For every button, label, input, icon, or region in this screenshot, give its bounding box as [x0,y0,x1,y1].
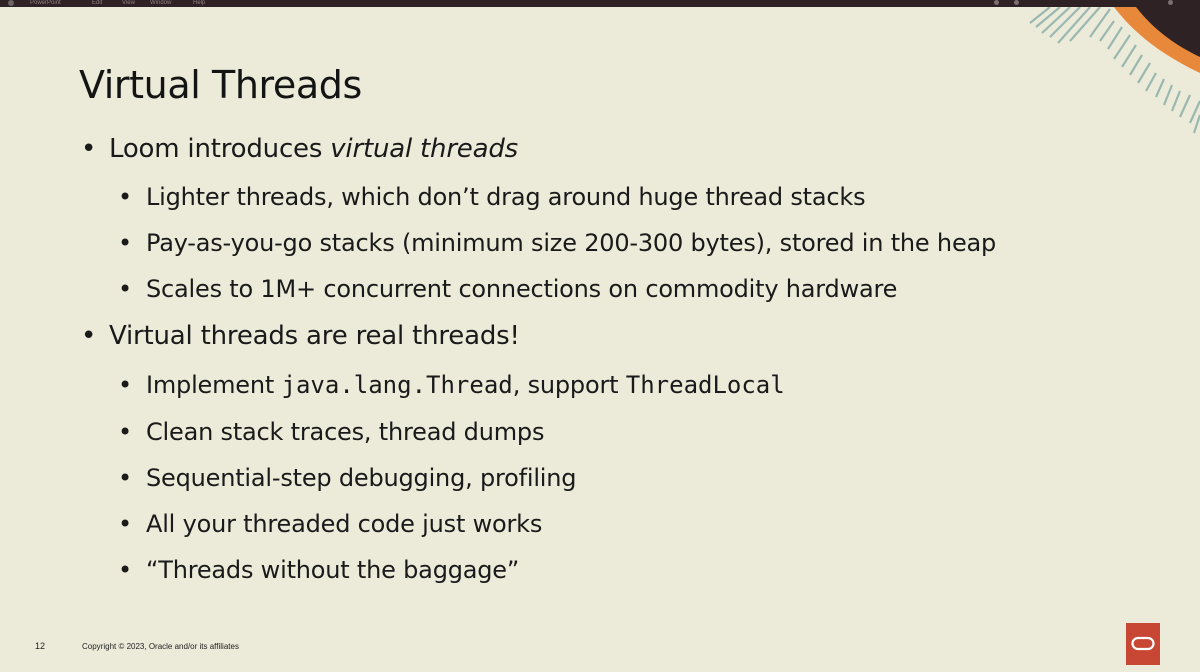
sub-bullet-scales: • Scales to 1M+ concurrent connections o… [118,275,898,303]
bullet-glyph: • [81,134,97,164]
slide-title: Virtual Threads [79,63,362,107]
status-icon-1[interactable] [994,0,999,5]
app-menubar: PowerPoint Edit View Window Help [0,0,1200,7]
menu-item-help[interactable]: Help [193,0,205,6]
bullet-real-threads: • Virtual threads are real threads! [81,321,520,351]
bullet-glyph: • [81,321,97,351]
bullet-emphasis: virtual threads [330,134,518,164]
bullet-text: Virtual threads are real threads! [109,321,520,351]
apple-menu-icon[interactable] [8,0,14,6]
sub-bullet-threaded-code: • All your threaded code just works [118,510,543,538]
bullet-glyph: • [118,464,132,492]
bullet-glyph: • [118,371,132,399]
sub-bullet-sequential-step: • Sequential-step debugging, profiling [118,464,577,492]
bullet-text: Scales to 1M+ concurrent connections on … [146,275,898,303]
bullet-text: “Threads without the baggage” [146,556,520,584]
bullet-text: Pay-as-you-go stacks (minimum size 200-3… [146,229,997,257]
slide: Virtual Threads • Loom introduces virtua… [0,7,1200,672]
bullet-glyph: • [118,556,132,584]
sub-bullet-lighter-threads: • Lighter threads, which don’t drag arou… [118,183,866,211]
bullet-text: Lighter threads, which don’t drag around… [146,183,866,211]
menu-item-window[interactable]: Window [150,0,171,6]
menu-item-edit[interactable]: Edit [92,0,102,6]
bullet-text: , support [512,371,626,399]
bullet-glyph: • [118,275,132,303]
bullet-glyph: • [118,229,132,257]
code-threadlocal: ThreadLocal [625,371,785,399]
bullet-text: All your threaded code just works [146,510,543,538]
oracle-logo-icon [1126,623,1160,665]
status-icon-3[interactable] [1168,0,1173,5]
sub-bullet-without-baggage: • “Threads without the baggage” [118,556,520,584]
screen: PowerPoint Edit View Window Help Virtual… [0,0,1200,672]
corner-decoration [1029,7,1200,134]
bullet-text: Sequential-step debugging, profiling [146,464,577,492]
bullet-glyph: • [118,510,132,538]
copyright-notice: Copyright © 2023, Oracle and/or its affi… [82,642,239,651]
bullet-text: Loom introduces [109,134,331,164]
sub-bullet-pay-as-you-go: • Pay-as-you-go stacks (minimum size 200… [118,229,997,257]
menu-app-name[interactable]: PowerPoint [30,0,61,6]
status-icon-2[interactable] [1014,0,1019,5]
menu-item-view[interactable]: View [122,0,135,6]
sub-bullet-clean-stack-traces: • Clean stack traces, thread dumps [118,418,545,446]
bullet-loom-introduces: • Loom introduces virtual threads [81,134,518,164]
bullet-glyph: • [118,418,132,446]
bullet-text: Clean stack traces, thread dumps [146,418,545,446]
page-number: 12 [35,641,46,651]
bullet-text: Implement [146,371,282,399]
bullet-glyph: • [118,183,132,211]
sub-bullet-implement: • Implement java.lang.Thread, support Th… [118,371,785,399]
code-java-lang-thread: java.lang.Thread [281,371,513,399]
